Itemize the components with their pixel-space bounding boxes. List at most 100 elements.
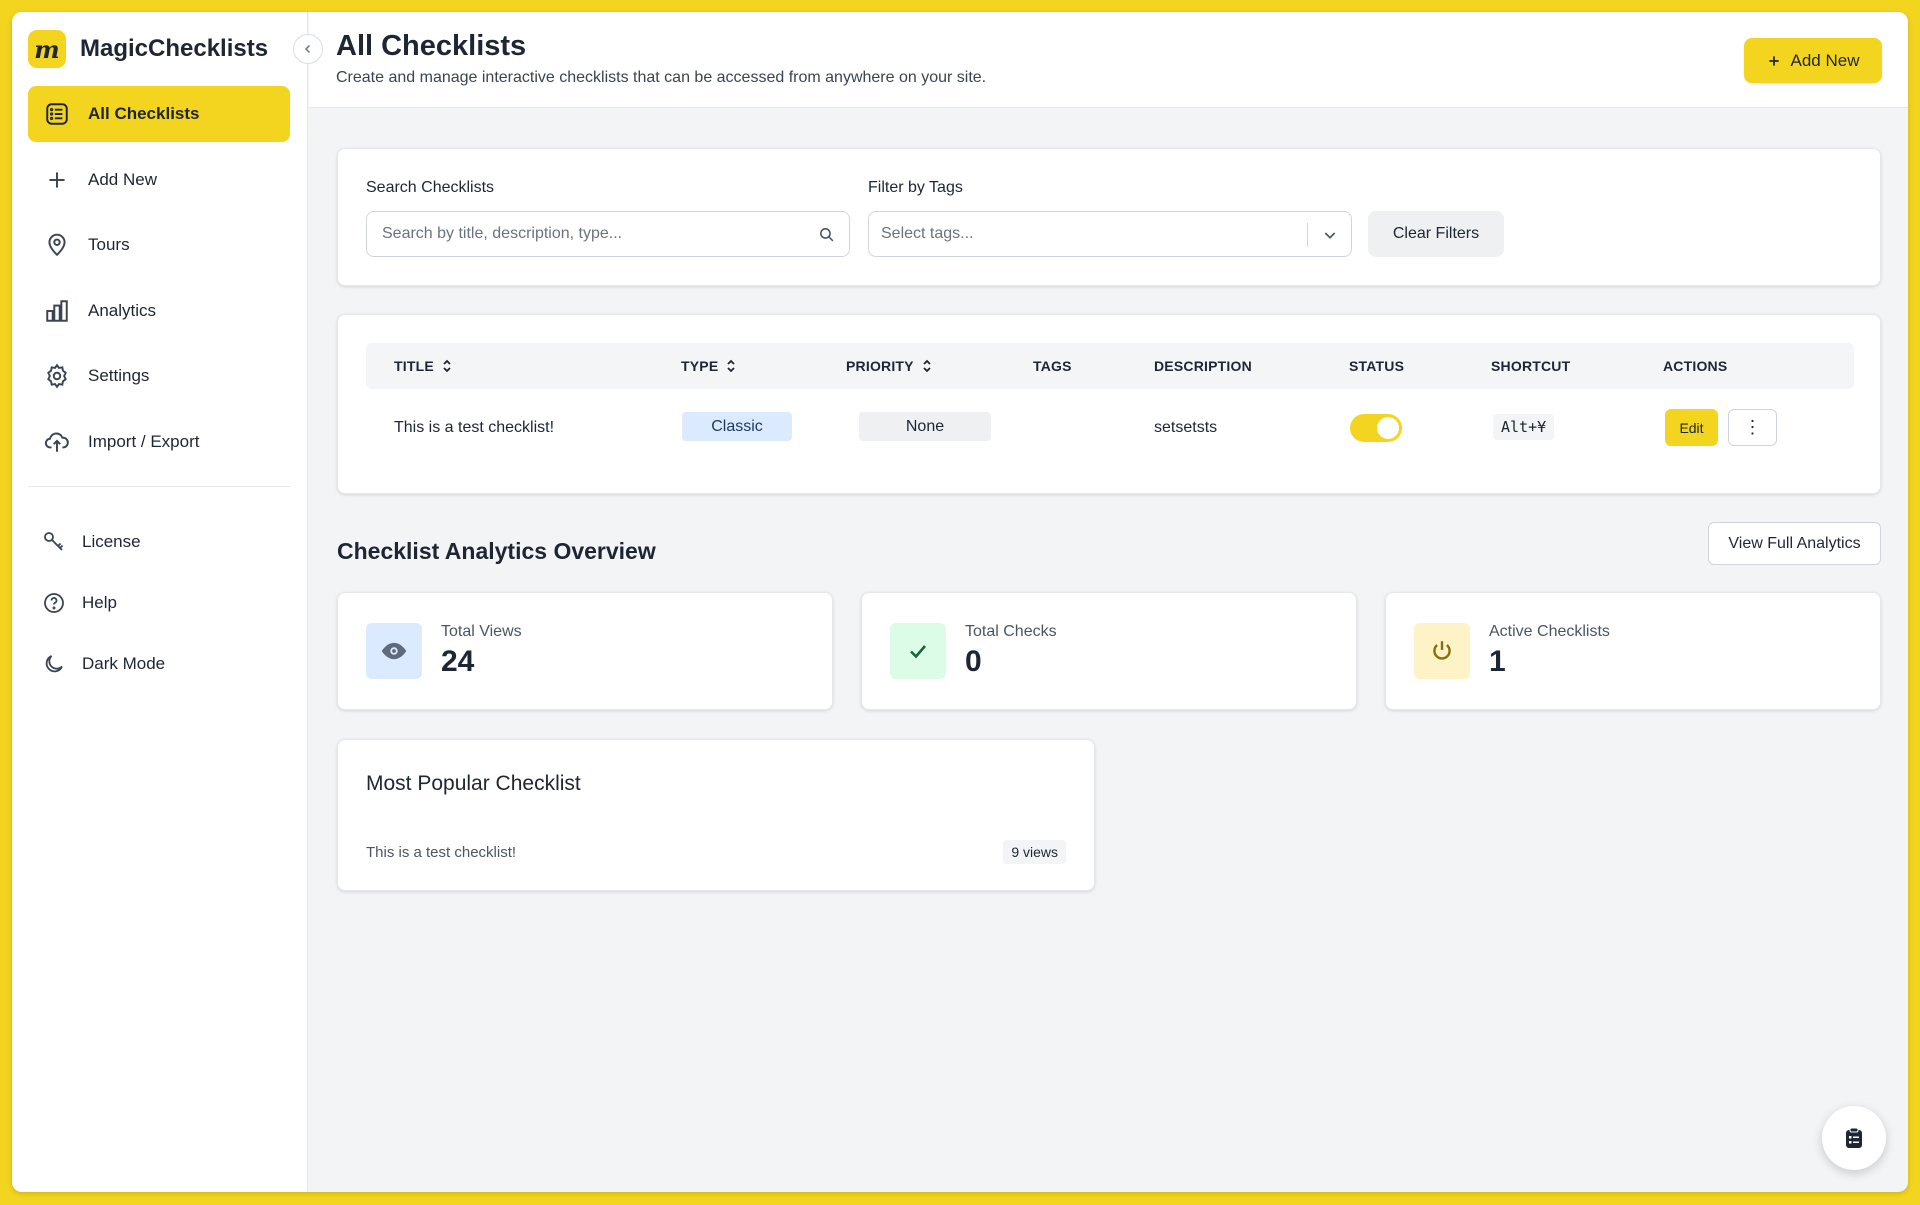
add-new-label: Add New [1790, 50, 1860, 70]
sidebar-item-help[interactable]: Help [28, 579, 290, 627]
column-tags: TAGS [1033, 358, 1072, 374]
sidebar-item-dark-mode[interactable]: Dark Mode [28, 640, 290, 688]
type-badge: Classic [682, 412, 792, 441]
upload-cloud-icon [44, 432, 69, 452]
column-label: TITLE [394, 358, 434, 374]
sidebar-item-add-new[interactable]: Add New [28, 152, 290, 208]
sidebar-item-analytics[interactable]: Analytics [28, 283, 290, 339]
clipboard-icon [1846, 1127, 1862, 1148]
clear-filters-button[interactable]: Clear Filters [1368, 211, 1504, 257]
sidebar-item-label: Analytics [88, 300, 157, 320]
add-new-button[interactable]: Add New [1744, 38, 1882, 83]
stat-label: Active Checklists [1489, 623, 1610, 640]
app-name: MagicChecklists [80, 35, 269, 62]
chevron-down-icon [1324, 232, 1336, 239]
sidebar-item-label: Settings [88, 366, 150, 385]
list-icon [46, 103, 68, 125]
more-actions-button[interactable]: ⋮ [1728, 409, 1777, 446]
sidebar-item-import-export[interactable]: Import / Export [28, 414, 290, 470]
search-input[interactable]: Search by title, description, type... [366, 211, 850, 257]
sidebar-item-label: Tours [88, 235, 130, 254]
row-description: setsetsts [1154, 419, 1218, 436]
tags-select[interactable]: Select tags... [868, 211, 1352, 257]
bar-chart-icon [46, 299, 68, 322]
tags-placeholder: Select tags... [881, 225, 974, 242]
column-label: TYPE [681, 358, 719, 374]
page-title: All Checklists [336, 30, 527, 62]
stat-value: 1 [1489, 645, 1506, 678]
stat-label: Total Checks [965, 623, 1057, 640]
edit-button[interactable]: Edit [1665, 409, 1718, 446]
page-subtitle: Create and manage interactive checklists… [336, 69, 987, 86]
column-title[interactable]: TITLE [394, 358, 452, 374]
eye-icon [366, 623, 422, 679]
most-popular-card: Most Popular Checklist This is a test ch… [337, 739, 1095, 891]
row-title: This is a test checklist! [394, 419, 555, 436]
search-placeholder: Search by title, description, type... [382, 225, 623, 242]
sidebar-item-all-checklists[interactable]: All Checklists [28, 86, 290, 142]
shortcut-key: Alt+¥ [1493, 414, 1555, 440]
sidebar-divider [28, 486, 290, 487]
sidebar-collapse-button[interactable] [293, 34, 323, 64]
views-badge: 9 views [1003, 840, 1066, 864]
check-icon [890, 623, 946, 679]
column-shortcut: SHORTCUT [1491, 358, 1571, 374]
power-icon [1414, 623, 1470, 679]
sidebar-item-label: Add New [88, 169, 157, 189]
tags-label: Filter by Tags [868, 179, 963, 196]
status-toggle[interactable] [1350, 414, 1402, 442]
logo-icon: m [28, 30, 66, 68]
stat-value: 24 [441, 645, 475, 678]
column-priority[interactable]: PRIORITY [846, 358, 932, 374]
toggle-knob [1377, 417, 1399, 439]
most-popular-title: Most Popular Checklist [366, 772, 581, 795]
plus-icon [1768, 55, 1779, 66]
column-status: STATUS [1349, 358, 1405, 374]
column-type[interactable]: TYPE [681, 358, 736, 374]
column-label: PRIORITY [846, 358, 914, 374]
sidebar-nav: All Checklists Add New Tours Analytics S… [28, 86, 290, 479]
sidebar-item-license[interactable]: License [28, 518, 290, 566]
stat-label: Total Views [441, 623, 522, 640]
select-separator [1307, 223, 1308, 247]
stat-card-total-views: Total Views 24 [337, 592, 833, 710]
sidebar-item-label: License [82, 532, 141, 551]
plus-icon [49, 171, 65, 188]
column-actions: ACTIONS [1663, 358, 1728, 374]
sidebar-item-label: Import / Export [88, 431, 200, 451]
moon-icon [45, 655, 63, 673]
checklists-table: TITLE TYPE PRIORITY TAGS DESCRIPTION STA… [337, 314, 1881, 494]
stat-card-total-checks: Total Checks 0 [861, 592, 1357, 710]
search-label: Search Checklists [366, 179, 495, 196]
sidebar-secondary-nav: License Help Dark Mode [28, 518, 290, 701]
sidebar-item-label: All Checklists [88, 104, 200, 123]
page-header: All Checklists Create and manage interac… [309, 12, 1908, 108]
most-popular-name: This is a test checklist! [366, 844, 517, 861]
priority-badge: None [859, 412, 991, 441]
app-window: m MagicChecklists All Checklists Add New… [12, 12, 1908, 1192]
filters-card: Search Checklists Search by title, descr… [337, 148, 1881, 286]
search-icon [820, 228, 834, 242]
column-description: DESCRIPTION [1154, 358, 1252, 374]
sidebar-item-settings[interactable]: Settings [28, 348, 290, 404]
stat-value: 0 [965, 645, 982, 678]
more-vertical-icon: ⋮ [1743, 417, 1762, 437]
key-icon [44, 532, 64, 551]
sidebar-item-tours[interactable]: Tours [28, 217, 290, 273]
sidebar-item-label: Help [82, 593, 117, 612]
sidebar: m MagicChecklists All Checklists Add New… [12, 12, 308, 1192]
table-header: TITLE TYPE PRIORITY TAGS DESCRIPTION STA… [366, 343, 1854, 389]
sort-icon [443, 359, 451, 373]
analytics-title: Checklist Analytics Overview [337, 538, 656, 564]
map-pin-icon [48, 233, 66, 257]
help-circle-icon [44, 593, 64, 613]
floating-checklist-button[interactable] [1822, 1106, 1886, 1170]
view-full-analytics-button[interactable]: View Full Analytics [1708, 522, 1881, 565]
sort-icon [923, 359, 931, 373]
sort-icon [727, 359, 736, 373]
sidebar-item-label: Dark Mode [82, 654, 166, 673]
stat-card-active-checklists: Active Checklists 1 [1385, 592, 1881, 710]
gear-icon [47, 363, 67, 389]
brand[interactable]: m MagicChecklists [28, 30, 268, 68]
chevron-left-icon [304, 44, 311, 54]
